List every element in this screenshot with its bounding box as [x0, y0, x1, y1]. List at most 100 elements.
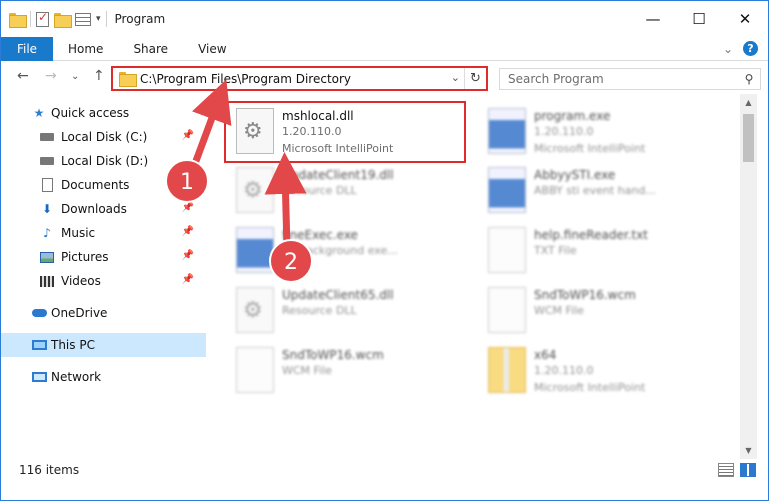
cloud-icon: [31, 305, 47, 321]
sidebar-item-pictures[interactable]: Pictures 📌: [1, 245, 206, 269]
file-company: Microsoft IntelliPoint: [534, 142, 646, 155]
sidebar-item-label: Network: [51, 370, 102, 384]
file-icon: [236, 347, 274, 393]
file-version: 1.20.110.0: [534, 125, 594, 138]
tab-file[interactable]: File: [1, 36, 53, 61]
recent-locations-button[interactable]: ⌄: [71, 71, 79, 82]
toolbar-separator: [105, 11, 107, 27]
properties-icon[interactable]: [36, 10, 49, 27]
search-icon[interactable]: ⚲: [738, 72, 760, 86]
file-tile-help-finereader[interactable]: help.fineReader.txt TXT File: [478, 222, 723, 280]
chevron-down-icon[interactable]: ⌄: [451, 71, 460, 84]
pin-icon[interactable]: 📌: [182, 202, 194, 213]
close-button[interactable]: ✕: [722, 1, 768, 37]
file-tile-updateclient65[interactable]: UpdateClient65.dll Resource DLL: [226, 282, 471, 340]
scroll-up-icon[interactable]: ▲: [740, 94, 757, 111]
sidebar-item-quick-access[interactable]: ★ Quick access: [1, 101, 206, 125]
star-icon: ★: [33, 106, 45, 120]
file-tile-sndtowp16-a[interactable]: SndToWP16.wcm WCM File: [478, 282, 723, 340]
file-tile-updateclient19[interactable]: UpdateClient19.dll Resource DLL: [226, 162, 471, 220]
download-icon: ⬇: [41, 202, 53, 216]
navigation-pane: ★ Quick access Local Disk (C:) 📌 Local D…: [1, 101, 206, 451]
sidebar-item-label: Local Disk (C:): [61, 130, 148, 144]
window-controls: — ☐ ✕: [630, 1, 768, 37]
file-tile-sndtowp16-b[interactable]: SndToWP16.wcm WCM File: [226, 342, 471, 400]
pin-icon[interactable]: 📌: [182, 130, 194, 141]
sidebar-item-label: Pictures: [61, 250, 109, 264]
navigation-bar: ← → ⌄ ↑ C:\Program Files\Program Directo…: [1, 62, 768, 94]
pin-icon[interactable]: 📌: [182, 274, 194, 285]
search-input[interactable]: Search Program: [500, 72, 738, 86]
drive-icon: [39, 129, 55, 145]
file-tile-abbyysti[interactable]: AbbyySTI.exe ABBY sti event hand...: [478, 162, 723, 220]
app-icon: [488, 167, 526, 213]
new-folder-icon[interactable]: [54, 12, 72, 28]
file-tile-program-exe[interactable]: program.exe 1.20.110.0 Microsoft Intelli…: [478, 103, 723, 161]
sidebar-item-label: Music: [61, 226, 96, 240]
details-view-icon[interactable]: [718, 463, 734, 477]
sidebar-item-local-disk-c[interactable]: Local Disk (C:) 📌: [1, 125, 206, 149]
window-title: Program: [114, 12, 166, 26]
minimize-button[interactable]: —: [630, 1, 676, 37]
network-icon: [31, 369, 47, 385]
scrollbar-thumb[interactable]: [743, 114, 754, 162]
file-name: SndToWP16.wcm: [282, 348, 384, 362]
tab-home[interactable]: Home: [53, 42, 118, 56]
file-name: help.fineReader.txt: [534, 228, 648, 242]
search-box[interactable]: Search Program ⚲: [499, 68, 761, 90]
up-button[interactable]: ↑: [93, 68, 105, 84]
computer-icon: [31, 337, 47, 353]
tab-share[interactable]: Share: [118, 42, 183, 56]
large-icons-view-icon[interactable]: [740, 463, 756, 477]
ribbon-right-controls: ⌄ ?: [723, 41, 758, 56]
file-name: UpdateClient19.dll: [282, 168, 394, 182]
pictures-icon: [39, 249, 55, 265]
ribbon-tabs: File Home Share View ⌄ ?: [1, 36, 768, 61]
sidebar-item-videos[interactable]: Videos 📌: [1, 269, 206, 293]
address-bar[interactable]: C:\Program Files\Program Directory ⌄ ↻: [111, 66, 488, 91]
sidebar-item-documents[interactable]: Documents 📌: [1, 173, 206, 197]
scroll-down-icon[interactable]: ▼: [740, 442, 757, 459]
sidebar-item-onedrive[interactable]: OneDrive: [1, 301, 206, 325]
drive-icon: [39, 153, 55, 169]
file-tile-mshlocal[interactable]: mshlocal.dll 1.20.110.0 Microsoft Intell…: [224, 101, 466, 163]
file-name: SndToWP16.wcm: [534, 288, 636, 302]
vertical-scrollbar[interactable]: ▲ ▼: [740, 94, 757, 459]
sidebar-item-label: Documents: [61, 178, 130, 192]
file-company: Microsoft IntelliPoint: [534, 381, 646, 394]
sidebar-item-label: Quick access: [51, 106, 130, 120]
view-icon[interactable]: [75, 12, 91, 26]
file-name: mshlocal.dll: [282, 109, 354, 123]
quick-access-toolbar: ▾: [1, 10, 107, 28]
view-switcher: [718, 463, 756, 477]
forward-button[interactable]: →: [45, 68, 57, 84]
sidebar-item-label: Local Disk (D:): [61, 154, 149, 168]
file-name: UpdateClient65.dll: [282, 288, 394, 302]
item-count: 116 items: [19, 463, 80, 477]
address-path[interactable]: C:\Program Files\Program Directory: [140, 72, 351, 86]
refresh-button[interactable]: ↻: [464, 68, 486, 89]
back-button[interactable]: ←: [17, 68, 29, 84]
sidebar-item-music[interactable]: ♪ Music 📌: [1, 221, 206, 245]
folder-icon: [119, 72, 137, 87]
app-icon: [236, 227, 274, 273]
chevron-down-icon[interactable]: ▾: [96, 14, 101, 24]
file-explorer-window: ▾ Program — ☐ ✕ File Home Share View ⌄ ?…: [0, 0, 769, 501]
videos-icon: [39, 273, 55, 289]
sidebar-item-local-disk-d[interactable]: Local Disk (D:): [1, 149, 206, 173]
tab-view[interactable]: View: [183, 42, 241, 56]
sidebar-item-downloads[interactable]: ⬇ Downloads 📌: [1, 197, 206, 221]
maximize-button[interactable]: ☐: [676, 1, 722, 37]
pin-icon[interactable]: 📌: [182, 178, 194, 189]
pin-icon[interactable]: 📌: [182, 226, 194, 237]
file-tile-x64[interactable]: x64 1.20.110.0 Microsoft IntelliPoint: [478, 342, 723, 400]
help-icon[interactable]: ?: [743, 41, 758, 56]
sidebar-item-network[interactable]: Network: [1, 365, 206, 389]
dll-gear-icon: [236, 108, 274, 154]
sidebar-item-this-pc[interactable]: This PC: [1, 333, 206, 357]
expand-ribbon-icon[interactable]: ⌄: [723, 42, 733, 56]
file-icon: [488, 287, 526, 333]
file-tile-fineexec[interactable]: fineExec.exe BY background exe...: [226, 222, 471, 280]
pin-icon[interactable]: 📌: [182, 250, 194, 261]
file-name: AbbyySTI.exe: [534, 168, 616, 182]
